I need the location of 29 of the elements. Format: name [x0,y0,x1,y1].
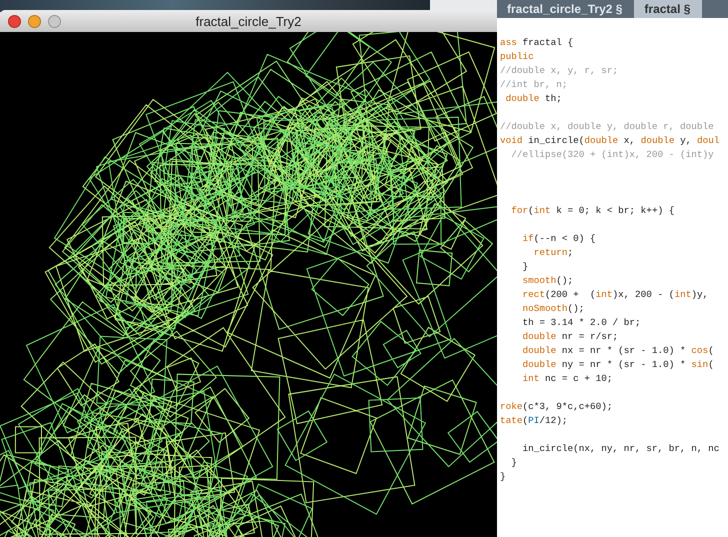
code-line: //double x, double y, double r, double [500,120,715,134]
code-line: tate(PI/12); [500,414,569,428]
minimize-button[interactable] [28,14,41,28]
code-line: th = 3.14 * 2.0 / br; [522,316,642,330]
code-line: double nx = nr * (sr - 1.0) * cos( [522,344,715,358]
code-line: double ny = nr * (sr - 1.0) * sin( [522,358,715,372]
code-line: } [510,456,518,470]
code-line: //ellipse(320 + (int)x, 200 - (int)y [510,148,715,162]
code-line: public [500,50,535,64]
code-line: double nr = r/sr; [522,330,620,344]
code-line: return; [532,246,574,260]
code-line: roke(c*3, 9*c,c+60); [500,400,614,414]
code-line: double th; [504,92,563,106]
code-line: void in_circle(double x, double y, doul [500,134,720,148]
code-line: rect(200 + (int)x, 200 - (int)y, [522,288,710,302]
close-button[interactable] [8,14,21,28]
code-line: ass fractal { [500,36,574,50]
code-line: int nc = c + 10; [522,372,614,386]
code-line: in_circle(nx, ny, nr, sr, br, n, nc [522,442,720,456]
code-line: noSmooth(); [522,302,586,316]
code-line: //int br, n; [500,78,569,92]
code-line: } [500,470,507,484]
window-title: fractal_circle_Try2 [196,14,302,28]
code-line: for(int k = 0; k < br; k++) { [510,204,676,218]
editor-tab[interactable]: fractal § [634,0,702,18]
code-line: if(--n < 0) { [522,232,597,246]
code-line: } [522,260,530,274]
code-line: smooth(); [522,274,574,288]
code-line: //double x, y, r, sr; [500,64,620,78]
